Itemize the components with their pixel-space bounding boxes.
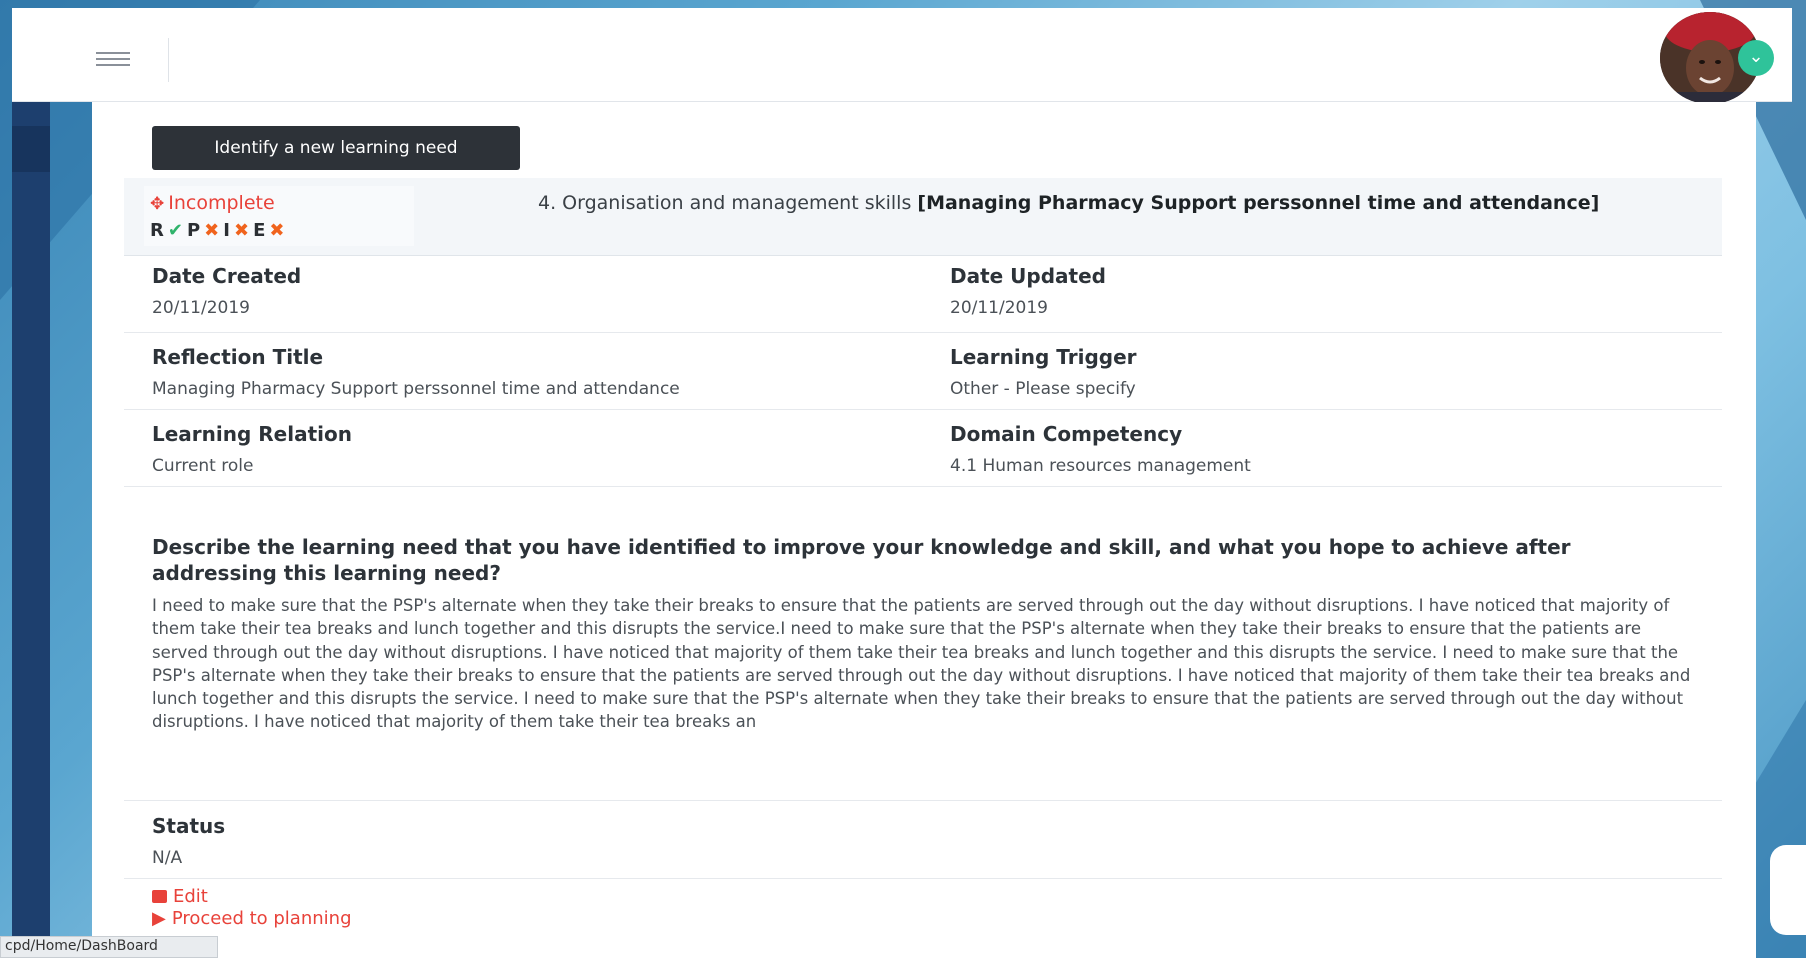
status-label: Status	[152, 814, 226, 838]
learning-trigger-label: Learning Trigger	[950, 345, 1137, 369]
stage-letter-p: P	[186, 220, 202, 241]
main-content: Identify a new learning need ✥ Incomplete…	[92, 102, 1756, 958]
learning-need-title: 4. Organisation and management skills [M…	[538, 190, 1678, 216]
status-bar-url: cpd/Home/DashBoard	[0, 936, 218, 958]
edit-icon	[152, 890, 167, 903]
hamburger-icon[interactable]	[96, 52, 130, 66]
reflection-title-value: Managing Pharmacy Support perssonnel tim…	[152, 379, 680, 399]
top-navbar	[12, 8, 1792, 102]
date-created-field: Date Created 20/11/2019	[152, 264, 301, 318]
edit-label: Edit	[173, 886, 208, 907]
learning-relation-label: Learning Relation	[152, 422, 352, 446]
side-widget[interactable]	[1770, 845, 1806, 935]
proceed-to-planning-link[interactable]: ▶ Proceed to planning	[152, 908, 352, 929]
date-created-value: 20/11/2019	[152, 298, 250, 318]
learning-need-question: Describe the learning need that you have…	[152, 535, 1571, 585]
dates-row: Date Created 20/11/2019 Date Updated 20/…	[124, 256, 1722, 333]
domain-competency-label: Domain Competency	[950, 422, 1183, 446]
domain-competency-field: Domain Competency 4.1 Human resources ma…	[950, 422, 1251, 476]
divider	[124, 878, 1722, 879]
learning-trigger-field: Learning Trigger Other - Please specify	[950, 345, 1137, 399]
relation-row: Learning Relation Current role Domain Co…	[124, 410, 1722, 487]
edit-link[interactable]: Edit	[152, 886, 208, 907]
reflection-row: Reflection Title Managing Pharmacy Suppo…	[124, 333, 1722, 410]
learning-need-summary: ✥ Incomplete R ✔ P ✖ I ✖ E ✖ 4. Organisation and…	[124, 178, 1722, 256]
learning-trigger-value: Other - Please specify	[950, 379, 1136, 399]
date-updated-value: 20/11/2019	[950, 298, 1048, 318]
status-text: Incomplete	[168, 192, 275, 214]
x-icon: ✖	[204, 220, 221, 241]
learning-relation-value: Current role	[152, 456, 254, 476]
status-badge: ✥ Incomplete	[150, 192, 275, 214]
learning-relation-field: Learning Relation Current role	[152, 422, 352, 476]
status-value: N/A	[152, 848, 183, 868]
stage-letter-e: E	[253, 220, 267, 241]
stage-letter-i: I	[223, 220, 231, 241]
play-icon: ▶	[152, 908, 166, 929]
stage-progress: R ✔ P ✖ I ✖ E ✖	[150, 220, 288, 241]
domain-competency-value: 4.1 Human resources management	[950, 456, 1251, 476]
date-updated-field: Date Updated 20/11/2019	[950, 264, 1106, 318]
date-updated-label: Date Updated	[950, 264, 1106, 288]
chevron-down-icon[interactable]: ⌄	[1738, 40, 1774, 76]
sidebar	[12, 102, 50, 958]
identify-new-learning-need-button[interactable]: Identify a new learning need	[152, 126, 520, 170]
x-icon: ✖	[233, 220, 251, 241]
date-created-label: Date Created	[152, 264, 302, 288]
completion-status: ✥ Incomplete R ✔ P ✖ I ✖ E ✖	[144, 186, 414, 246]
check-circle-icon: ✔	[167, 220, 184, 241]
title-reflection: [Managing Pharmacy Support perssonnel ti…	[917, 192, 1600, 214]
reflection-title-field: Reflection Title Managing Pharmacy Suppo…	[152, 345, 680, 399]
divider	[124, 800, 1722, 801]
crosshair-icon: ✥	[150, 194, 165, 214]
stage-letter-r: R	[150, 220, 165, 241]
navbar-divider	[168, 38, 169, 82]
title-competency: 4. Organisation and management skills	[538, 192, 918, 214]
status-field: Status N/A	[152, 814, 225, 868]
proceed-label: Proceed to planning	[171, 908, 352, 929]
sidebar-active-item[interactable]	[12, 126, 50, 172]
learning-need-answer: I need to make sure that the PSP's alter…	[152, 596, 1691, 732]
x-icon: ✖	[269, 220, 286, 241]
reflection-title-label: Reflection Title	[152, 345, 324, 369]
